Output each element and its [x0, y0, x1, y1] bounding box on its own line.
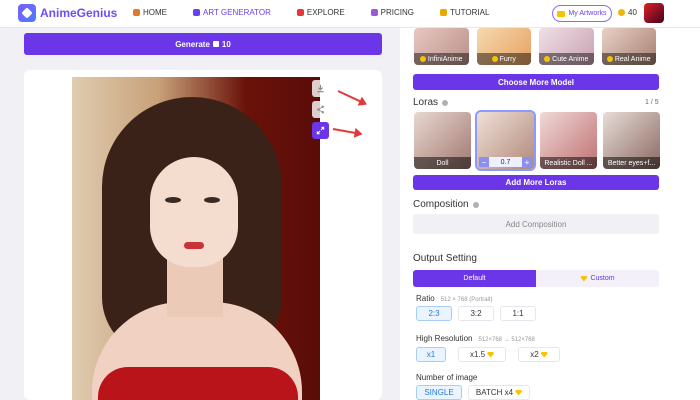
lora-weight-stepper[interactable]: − 0.7 + — [479, 157, 532, 167]
premium-icon — [544, 56, 551, 62]
model-card[interactable]: Furry — [476, 28, 531, 65]
folder-icon — [557, 10, 566, 17]
image-toolbar — [312, 80, 330, 143]
increase-button[interactable]: + — [521, 157, 532, 167]
nav-explore[interactable]: EXPLORE — [296, 8, 345, 17]
lora-card[interactable]: Better eyes+f... — [603, 112, 660, 169]
coin-icon — [618, 9, 625, 16]
tutorial-icon — [440, 9, 448, 16]
logo-text: AnimeGenius — [40, 6, 118, 20]
decrease-button[interactable]: − — [479, 157, 489, 167]
nav-tutorial[interactable]: TUTORIAL — [440, 8, 489, 17]
nav-art-generator[interactable]: ART GENERATOR — [193, 8, 271, 17]
lora-card-selected[interactable]: − 0.7 + — [475, 110, 536, 171]
logo[interactable]: AnimeGenius — [18, 4, 117, 22]
credits-display[interactable]: 40 — [618, 8, 637, 17]
ratio-option-2-3[interactable]: 2:3 — [416, 306, 452, 321]
lora-card[interactable]: Realistic Doll ... — [540, 112, 597, 169]
generate-button[interactable]: Generate 10 — [24, 33, 382, 55]
credit-cube-icon — [212, 41, 219, 47]
res-option-x1[interactable]: x1 — [416, 347, 446, 362]
pricing-icon — [370, 9, 378, 16]
premium-icon — [491, 56, 498, 62]
home-icon — [133, 9, 140, 16]
add-more-loras-button[interactable]: Add More Loras — [413, 175, 659, 190]
nav-pricing[interactable]: PRICING — [370, 8, 414, 17]
avatar[interactable] — [644, 3, 664, 23]
main-nav: HOME ART GENERATOR EXPLORE PRICING TUTOR… — [133, 8, 515, 17]
expand-icon — [316, 126, 325, 135]
nav-home[interactable]: HOME — [133, 8, 167, 17]
info-icon[interactable] — [472, 201, 479, 208]
tab-custom[interactable]: Custom — [536, 270, 659, 287]
share-icon — [317, 105, 324, 114]
loras-title: Loras — [413, 97, 449, 108]
lora-weight-value: 0.7 — [500, 158, 511, 166]
high-resolution-label: High Resolution 512×768 → 512×768 — [416, 334, 535, 343]
ratio-option-1-1[interactable]: 1:1 — [500, 306, 536, 321]
loras-count: 1 / 5 — [645, 99, 659, 106]
expand-button[interactable] — [312, 122, 329, 139]
generated-image[interactable] — [72, 77, 320, 400]
output-tabs: Default Custom — [413, 270, 659, 287]
output-setting-title: Output Setting — [413, 253, 477, 264]
number-of-image-label: Number of image — [416, 373, 478, 382]
diamond-icon — [580, 275, 588, 282]
download-icon — [317, 84, 324, 93]
choose-more-model-button[interactable]: Choose More Model — [413, 74, 659, 90]
batch-option[interactable]: BATCH x4 — [468, 385, 530, 400]
my-artworks-button[interactable]: My Artworks — [552, 5, 612, 22]
res-option-x1-5[interactable]: x1.5 — [458, 347, 506, 362]
top-bar: AnimeGenius HOME ART GENERATOR EXPLORE P… — [0, 0, 700, 28]
art-generator-icon — [193, 9, 200, 16]
diamond-icon — [540, 351, 548, 358]
model-list: InfiniAnime Furry Cute Anime Real Anime — [414, 28, 664, 66]
number-of-image-options: SINGLE BATCH x4 — [416, 385, 536, 400]
right-panel: InfiniAnime Furry Cute Anime Real Anime … — [400, 28, 700, 400]
diamond-icon — [515, 389, 523, 396]
info-icon[interactable] — [442, 99, 449, 106]
ratio-options: 2:3 3:2 1:1 — [416, 306, 542, 321]
diamond-icon — [487, 351, 495, 358]
ratio-option-3-2[interactable]: 3:2 — [458, 306, 494, 321]
logo-icon — [18, 4, 36, 22]
premium-icon — [419, 56, 426, 62]
lora-card[interactable]: Doll — [414, 112, 471, 169]
model-card[interactable]: InfiniAnime — [414, 28, 469, 65]
premium-icon — [606, 56, 613, 62]
composition-title: Composition — [413, 199, 479, 210]
share-button[interactable] — [312, 101, 329, 118]
high-resolution-options: x1 x1.5 x2 — [416, 347, 566, 362]
model-card[interactable]: Real Anime — [601, 28, 656, 65]
ratio-label: Ratio 512 × 768 (Portrait) — [416, 294, 493, 303]
tab-default[interactable]: Default — [413, 270, 536, 287]
add-composition-button[interactable]: Add Composition — [413, 214, 659, 234]
res-option-x2[interactable]: x2 — [518, 347, 560, 362]
download-button[interactable] — [312, 80, 329, 97]
explore-icon — [296, 9, 304, 16]
model-card[interactable]: Cute Anime — [539, 28, 594, 65]
lora-list: Doll − 0.7 + Realistic Doll ... Better e… — [414, 110, 666, 171]
single-option[interactable]: SINGLE — [416, 385, 462, 400]
